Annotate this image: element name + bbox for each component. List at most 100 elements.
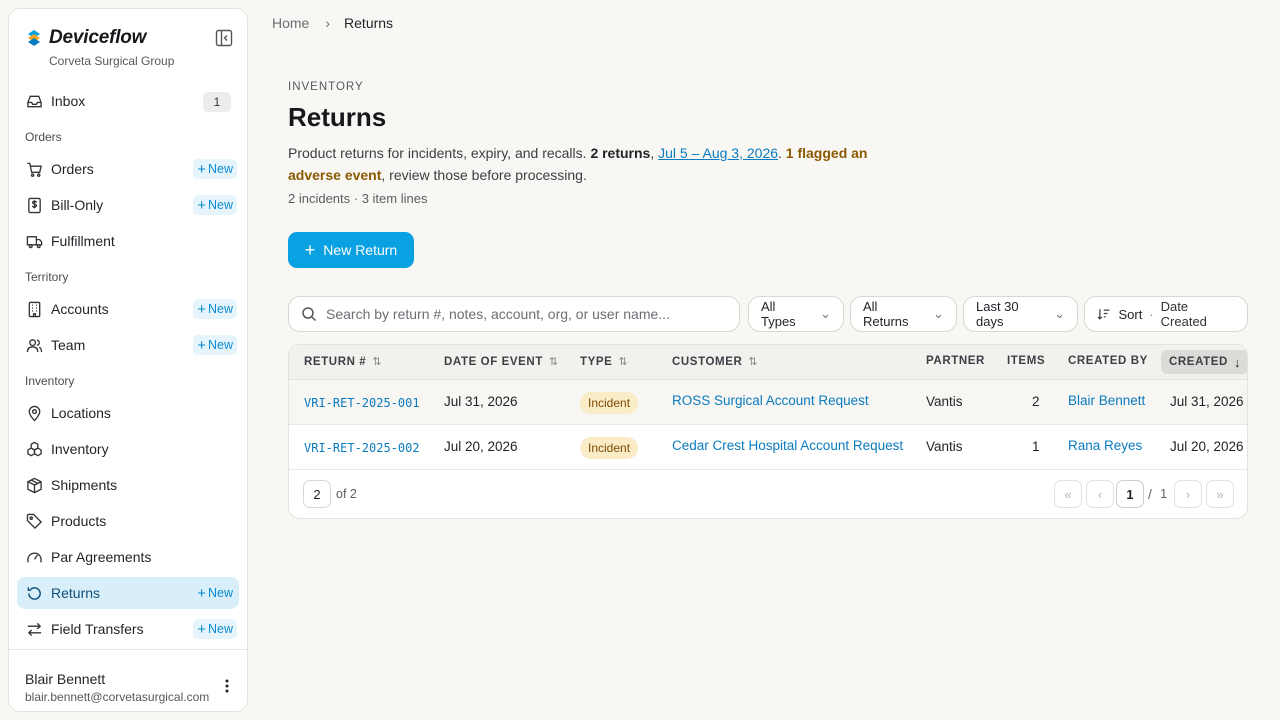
page-separator: / bbox=[1148, 486, 1152, 502]
new-account-button[interactable]: + New bbox=[193, 299, 237, 319]
column-return-number[interactable]: RETURN # ⇅ bbox=[304, 355, 382, 369]
chevrons-left-icon: « bbox=[1064, 486, 1072, 502]
dollar-receipt-icon bbox=[25, 196, 43, 214]
sort-value: Date Created bbox=[1160, 299, 1207, 329]
chevron-right-icon: › bbox=[1185, 486, 1191, 502]
column-label: RETURN # bbox=[304, 355, 367, 368]
new-return-button[interactable]: + New Return bbox=[288, 232, 414, 268]
event-date: Jul 20, 2026 bbox=[444, 439, 518, 454]
created-by-link[interactable]: Blair Bennett bbox=[1068, 393, 1145, 408]
created-by-link[interactable]: Rana Reyes bbox=[1068, 438, 1142, 453]
scope-filter-value: All Returns bbox=[863, 299, 909, 329]
section-label-inventory: Inventory bbox=[25, 374, 75, 388]
pagination: 2 of 2 « ‹ 1 / 1 › » bbox=[289, 471, 1247, 518]
items-count: 1 bbox=[1032, 439, 1040, 454]
new-label: New bbox=[207, 198, 233, 212]
sidebar-item-orders[interactable]: Orders + New bbox=[17, 153, 239, 185]
sidebar-item-team[interactable]: Team + New bbox=[17, 329, 239, 361]
plus-icon: + bbox=[197, 336, 206, 354]
user-profile[interactable]: Blair Bennett blair.bennett@corvetasurgi… bbox=[9, 649, 247, 711]
sidebar-item-locations[interactable]: Locations bbox=[17, 397, 239, 429]
sidebar-item-label: Accounts bbox=[51, 301, 109, 317]
created-date: Jul 31, 2026 bbox=[1170, 394, 1244, 409]
arrows-left-right-icon bbox=[25, 620, 43, 638]
sidebar-item-products[interactable]: Products bbox=[17, 505, 239, 537]
sidebar-item-par-agreements[interactable]: Par Agreements bbox=[17, 541, 239, 573]
date-range-link[interactable]: Jul 5 – Aug 3, 2026 bbox=[658, 145, 778, 161]
sort-icon: ⇅ bbox=[618, 356, 629, 368]
breadcrumb: Home › Returns bbox=[272, 15, 393, 31]
map-pin-icon bbox=[25, 404, 43, 422]
section-label-territory: Territory bbox=[25, 270, 69, 284]
new-return-sidebar-button[interactable]: + New bbox=[193, 583, 237, 603]
table-row[interactable]: VRI-RET-2025-001 Jul 31, 2026 Incident R… bbox=[289, 380, 1247, 425]
scope-filter[interactable]: All Returns ⌄ bbox=[850, 296, 957, 332]
description-dot: . bbox=[778, 145, 786, 161]
table-row[interactable]: VRI-RET-2025-002 Jul 20, 2026 Incident C… bbox=[289, 425, 1247, 470]
return-number-link[interactable]: VRI-RET-2025-002 bbox=[304, 441, 420, 455]
sidebar-item-returns[interactable]: Returns + New bbox=[17, 577, 239, 609]
sidebar-collapse-icon[interactable] bbox=[215, 29, 233, 47]
sidebar-item-label: Returns bbox=[51, 585, 101, 601]
column-label: TYPE bbox=[580, 355, 613, 368]
new-label: New bbox=[207, 302, 233, 316]
sidebar-item-field-transfers[interactable]: Field Transfers + New bbox=[17, 613, 239, 645]
new-team-member-button[interactable]: + New bbox=[193, 335, 237, 355]
sidebar-item-label: Bill-Only bbox=[51, 197, 104, 213]
type-filter[interactable]: All Types ⌄ bbox=[748, 296, 844, 332]
plus-icon: + bbox=[197, 300, 206, 318]
sidebar: Deviceflow Corveta Surgical Group Inbox … bbox=[8, 8, 248, 712]
column-label: CREATED BY bbox=[1068, 355, 1148, 367]
brand-name: Deviceflow bbox=[49, 27, 147, 48]
column-type[interactable]: TYPE ⇅ bbox=[580, 355, 629, 369]
description-comma: , bbox=[650, 145, 659, 161]
customer-link[interactable]: ROSS Surgical Account Request bbox=[672, 393, 869, 408]
last-page-button[interactable]: » bbox=[1206, 480, 1234, 508]
partner-cell: Vantis bbox=[926, 394, 963, 409]
column-date-of-event[interactable]: DATE OF EVENT ⇅ bbox=[444, 355, 559, 369]
sort-button[interactable]: Sort · Date Created bbox=[1084, 296, 1248, 332]
type-filter-value: All Types bbox=[761, 299, 796, 329]
column-created[interactable]: CREATED ↓ bbox=[1161, 350, 1247, 374]
brand[interactable]: Deviceflow bbox=[25, 27, 146, 49]
sidebar-item-inventory[interactable]: Inventory bbox=[17, 433, 239, 465]
users-icon bbox=[25, 336, 43, 354]
chevron-left-icon: ‹ bbox=[1097, 486, 1103, 502]
new-field-transfer-button[interactable]: + New bbox=[193, 619, 237, 639]
more-vertical-icon[interactable] bbox=[219, 678, 235, 694]
next-page-button[interactable]: › bbox=[1174, 480, 1202, 508]
first-page-button[interactable]: « bbox=[1054, 480, 1082, 508]
sidebar-item-accounts[interactable]: Accounts + New bbox=[17, 293, 239, 325]
new-bill-only-button[interactable]: + New bbox=[193, 195, 237, 215]
package-icon bbox=[25, 476, 43, 494]
breadcrumb-home[interactable]: Home bbox=[272, 15, 309, 31]
page-size-select[interactable]: 2 bbox=[303, 480, 331, 508]
building-icon bbox=[25, 300, 43, 318]
return-number-link[interactable]: VRI-RET-2025-001 bbox=[304, 396, 420, 410]
sidebar-item-inbox[interactable]: Inbox 1 bbox=[17, 85, 239, 117]
page-meta: 2 incidents · 3 item lines bbox=[288, 191, 428, 206]
chevron-down-icon: ⌄ bbox=[1054, 306, 1065, 321]
arrow-down-icon: ↓ bbox=[1233, 354, 1242, 370]
sidebar-item-shipments[interactable]: Shipments bbox=[17, 469, 239, 501]
chevron-right-icon: › bbox=[325, 15, 331, 31]
org-name: Corveta Surgical Group bbox=[49, 54, 175, 68]
plus-icon: + bbox=[197, 584, 206, 602]
items-count: 2 bbox=[1032, 394, 1040, 409]
sidebar-item-label: Field Transfers bbox=[51, 621, 144, 637]
column-created-by: CREATED BY bbox=[1068, 355, 1148, 367]
date-range-filter[interactable]: Last 30 days ⌄ bbox=[963, 296, 1078, 332]
previous-page-button[interactable]: ‹ bbox=[1086, 480, 1114, 508]
sort-descending-icon bbox=[1097, 309, 1110, 320]
plus-icon: + bbox=[304, 240, 316, 260]
description-tail: , review those before processing. bbox=[381, 167, 587, 183]
search-input[interactable] bbox=[326, 306, 726, 322]
column-customer[interactable]: CUSTOMER ⇅ bbox=[672, 355, 758, 369]
sidebar-item-label: Par Agreements bbox=[51, 549, 152, 565]
sidebar-item-fulfillment[interactable]: Fulfillment bbox=[17, 225, 239, 257]
new-order-button[interactable]: + New bbox=[193, 159, 237, 179]
current-page-input[interactable]: 1 bbox=[1116, 480, 1144, 508]
total-count: of 2 bbox=[336, 487, 357, 501]
customer-link[interactable]: Cedar Crest Hospital Account Request bbox=[672, 438, 903, 453]
sidebar-item-bill-only[interactable]: Bill-Only + New bbox=[17, 189, 239, 221]
